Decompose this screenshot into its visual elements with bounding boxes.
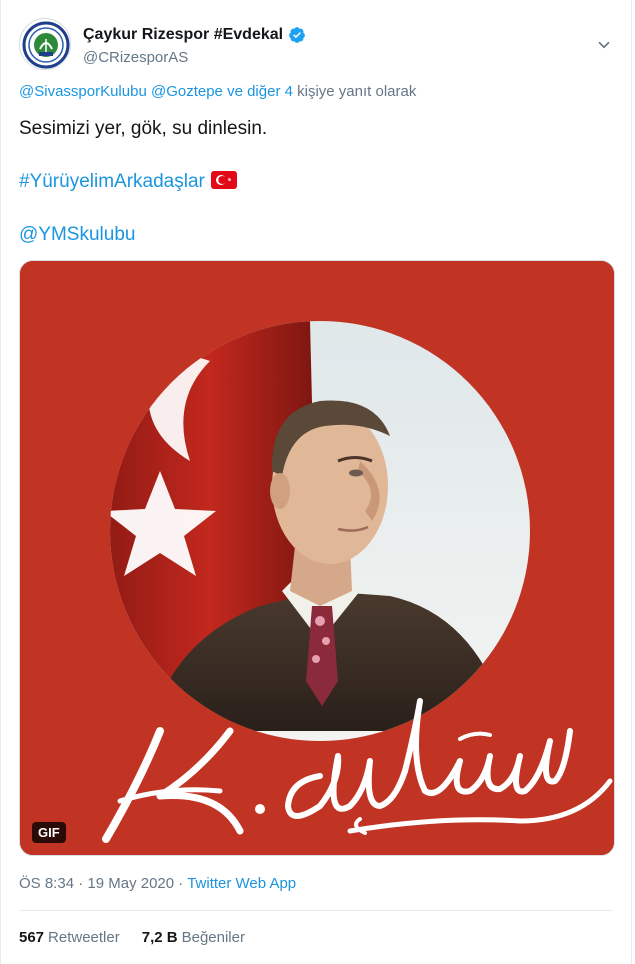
gif-badge: GIF — [32, 822, 66, 843]
tweet-text: Sesimizi yer, gök, su dinlesin. — [19, 118, 268, 139]
tweet-time[interactable]: ÖS 8:34 — [19, 875, 74, 892]
divider — [19, 910, 613, 911]
meta-separator: · — [178, 875, 184, 892]
club-crest-icon — [22, 21, 70, 69]
portrait-illustration — [20, 261, 614, 855]
reply-mention-sivasspor[interactable]: @SivassporKulubu — [19, 83, 147, 100]
likes-count: 7,2 B — [141, 929, 178, 946]
likes-label: Beğeniler — [181, 929, 245, 946]
retweets-label: Retweetler — [48, 929, 120, 946]
tweet-date[interactable]: 19 May 2020 — [87, 875, 174, 892]
reply-others-link[interactable]: ve diğer 4 — [227, 83, 293, 100]
avatar[interactable] — [19, 18, 71, 70]
likes-stat[interactable]: 7,2 B Beğeniler — [142, 929, 245, 946]
tweet-card: Çaykur Rizespor #Evdekal @CRizesporAS @S… — [0, 0, 632, 964]
reply-mention-goztepe[interactable]: @Goztepe — [151, 83, 223, 100]
author-row: Çaykur Rizespor #Evdekal — [83, 26, 306, 44]
meta-separator: · — [78, 875, 84, 892]
author-name[interactable]: Çaykur Rizespor #Evdekal — [83, 26, 283, 44]
reply-suffix: kişiye yanıt olarak — [297, 83, 417, 100]
hashtag-line: #YürüyelimArkadaşlar — [19, 171, 237, 193]
reply-context: @SivassporKulubu @Goztepe ve diğer 4 kiş… — [19, 83, 416, 100]
turkey-flag-icon — [210, 171, 237, 189]
retweets-stat[interactable]: 567 Retweetler — [19, 929, 120, 946]
tweet-stats: 567 Retweetler 7,2 B Beğeniler — [19, 929, 245, 946]
tweet-source-link[interactable]: Twitter Web App — [187, 875, 296, 892]
tweet-timestamp: ÖS 8:34 · 19 May 2020 · Twitter Web App — [19, 875, 296, 892]
retweets-count: 567 — [19, 929, 45, 946]
chevron-down-icon[interactable] — [595, 36, 613, 54]
mention-link[interactable]: @YMSkulubu — [19, 224, 135, 246]
hashtag-link[interactable]: #YürüyelimArkadaşlar — [19, 171, 205, 192]
verified-badge-icon — [289, 27, 305, 43]
author-handle[interactable]: @CRizesporAS — [83, 49, 188, 66]
tweet-media-gif[interactable]: GIF — [19, 260, 615, 856]
